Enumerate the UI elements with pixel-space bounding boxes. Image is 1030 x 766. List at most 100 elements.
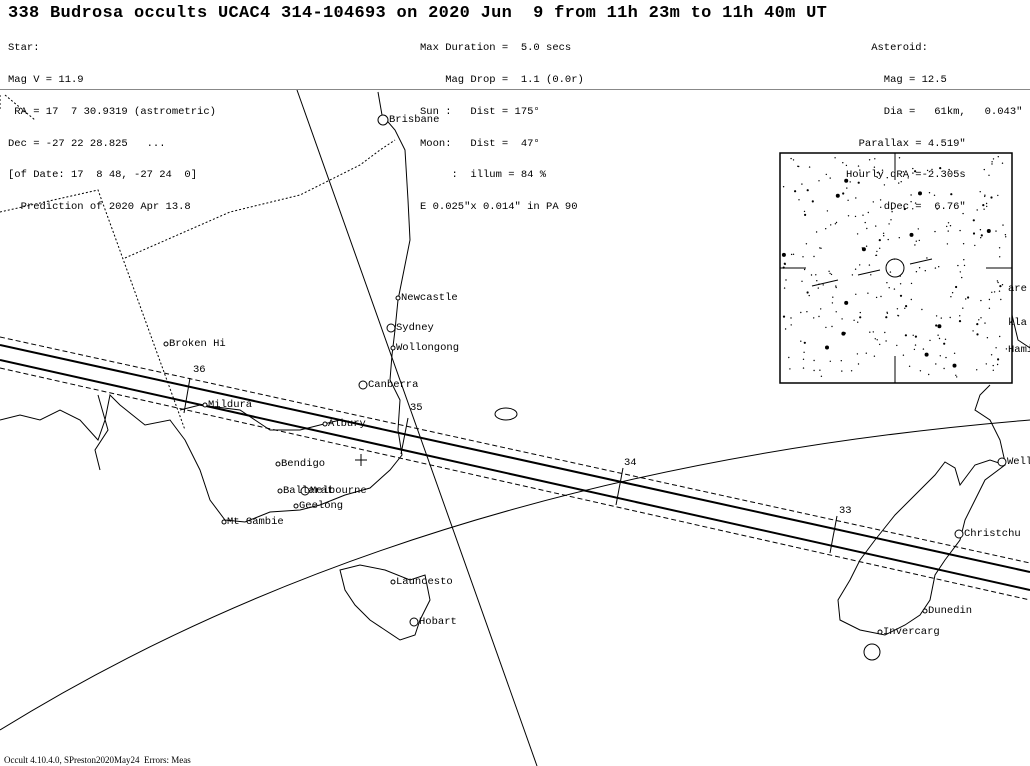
city-marker: [202, 402, 208, 408]
star-dot: [990, 354, 993, 356]
city-label: Albury: [328, 418, 366, 430]
star-dot: [896, 308, 899, 310]
max-duration: Max Duration = 5.0 secs: [420, 42, 572, 55]
star-dot: [800, 340, 802, 342]
time-tick: [183, 377, 191, 414]
time-label-36: 36: [193, 364, 206, 376]
city-label: Christchu: [964, 528, 1021, 540]
star-dot: [888, 287, 890, 289]
star-dot: [861, 247, 866, 252]
star-dot: [820, 308, 822, 310]
star-dot: [914, 335, 918, 338]
star-dot: [811, 200, 814, 203]
star-dot: [792, 253, 795, 255]
star-dot: [835, 285, 837, 287]
star-dot: [919, 370, 922, 372]
star-dot: [856, 353, 859, 355]
city-marker: [275, 461, 281, 467]
star-dot: [879, 343, 881, 346]
asteroid-parallax: Parallax = 4.519": [846, 137, 966, 150]
star-dot: [834, 223, 837, 225]
star-dot: [782, 266, 785, 269]
city-label: Dunedin: [928, 605, 973, 617]
star-dot: [794, 190, 797, 193]
asteroid-mag: Mag = 12.5: [846, 73, 947, 86]
star-dot: [782, 186, 785, 188]
asteroid-label: Asteroid:: [846, 42, 928, 55]
star-dot: [905, 305, 908, 308]
star-dot: [832, 296, 834, 298]
star-dot: [802, 367, 805, 369]
star-dot: [924, 270, 926, 272]
time-tick: [829, 515, 838, 554]
star-dot: [904, 334, 908, 337]
star-dot: [783, 287, 786, 289]
star-dot: [815, 231, 818, 233]
star-dot: [879, 247, 881, 249]
star-dot: [962, 243, 965, 245]
star-dot: [874, 338, 876, 340]
star-dot: [1004, 234, 1007, 236]
city-marker: [358, 380, 368, 390]
asteroid-dia: Dia = 61km, 0.043": [846, 105, 1023, 118]
star-dot: [886, 282, 888, 284]
star-dot: [876, 339, 878, 341]
star-dot: [850, 370, 853, 372]
star-dot: [803, 268, 806, 271]
star-dot: [875, 254, 878, 256]
star-dot: [980, 317, 982, 319]
star-dot: [784, 263, 786, 266]
star-dot: [986, 337, 989, 339]
star-dot: [897, 314, 899, 317]
star-dot: [988, 298, 991, 301]
footer-credit: Occult 4.10.4.0, SPreston2020May24 Error…: [4, 755, 191, 765]
star-dot: [944, 338, 947, 340]
star-dot: [986, 229, 991, 233]
time-label-35: 35: [410, 402, 423, 414]
star-dot: [910, 298, 912, 301]
star-dot: [959, 229, 961, 232]
city-marker: [277, 488, 283, 494]
city-marker: [954, 529, 964, 539]
star-dot: [967, 296, 970, 299]
star-dot: [790, 324, 792, 326]
star-dot: [902, 354, 905, 356]
prediction-date: Prediction of 2020 Apr 13.8: [8, 201, 191, 214]
star-dot: [976, 369, 978, 371]
star-dot: [962, 307, 964, 309]
star-dot: [963, 259, 965, 261]
star-dot: [955, 285, 958, 289]
star-dot: [828, 270, 830, 272]
star-dot: [869, 331, 871, 333]
star-dot: [974, 244, 976, 247]
star-dot: [898, 237, 900, 239]
city-marker: [322, 421, 328, 427]
star-dot: [802, 358, 805, 360]
star-dot: [884, 331, 886, 334]
star-dot: [992, 364, 994, 367]
path-limit-south: [0, 359, 1030, 591]
star-dot: [980, 299, 982, 302]
star-dec: Dec = -27 22 28.825 ...: [8, 137, 166, 150]
star-dot: [922, 348, 925, 350]
star-dot: [835, 311, 837, 313]
star-dot: [829, 272, 831, 275]
star-dot: [998, 247, 1001, 249]
star-dot: [955, 374, 957, 376]
time-label-34: 34: [624, 457, 637, 469]
star-dot: [789, 368, 791, 370]
star-dot: [958, 320, 962, 323]
stewart-island: [863, 643, 881, 661]
star-dot: [934, 230, 936, 233]
city-label: Canberra: [368, 379, 419, 391]
star-dot: [806, 189, 809, 192]
error-ellipse: E 0.025"x 0.014" in PA 90: [420, 201, 578, 214]
path-error-north: [0, 336, 1030, 564]
star-dot: [896, 344, 898, 347]
city-marker: [293, 503, 299, 509]
star-dot: [835, 193, 840, 198]
star-dot: [937, 324, 942, 329]
star-info: Star: Mag V = 11.9 RA = 17 7 30.9319 (as…: [8, 22, 216, 223]
star-dot: [998, 290, 1001, 292]
star-dot: [924, 352, 929, 357]
